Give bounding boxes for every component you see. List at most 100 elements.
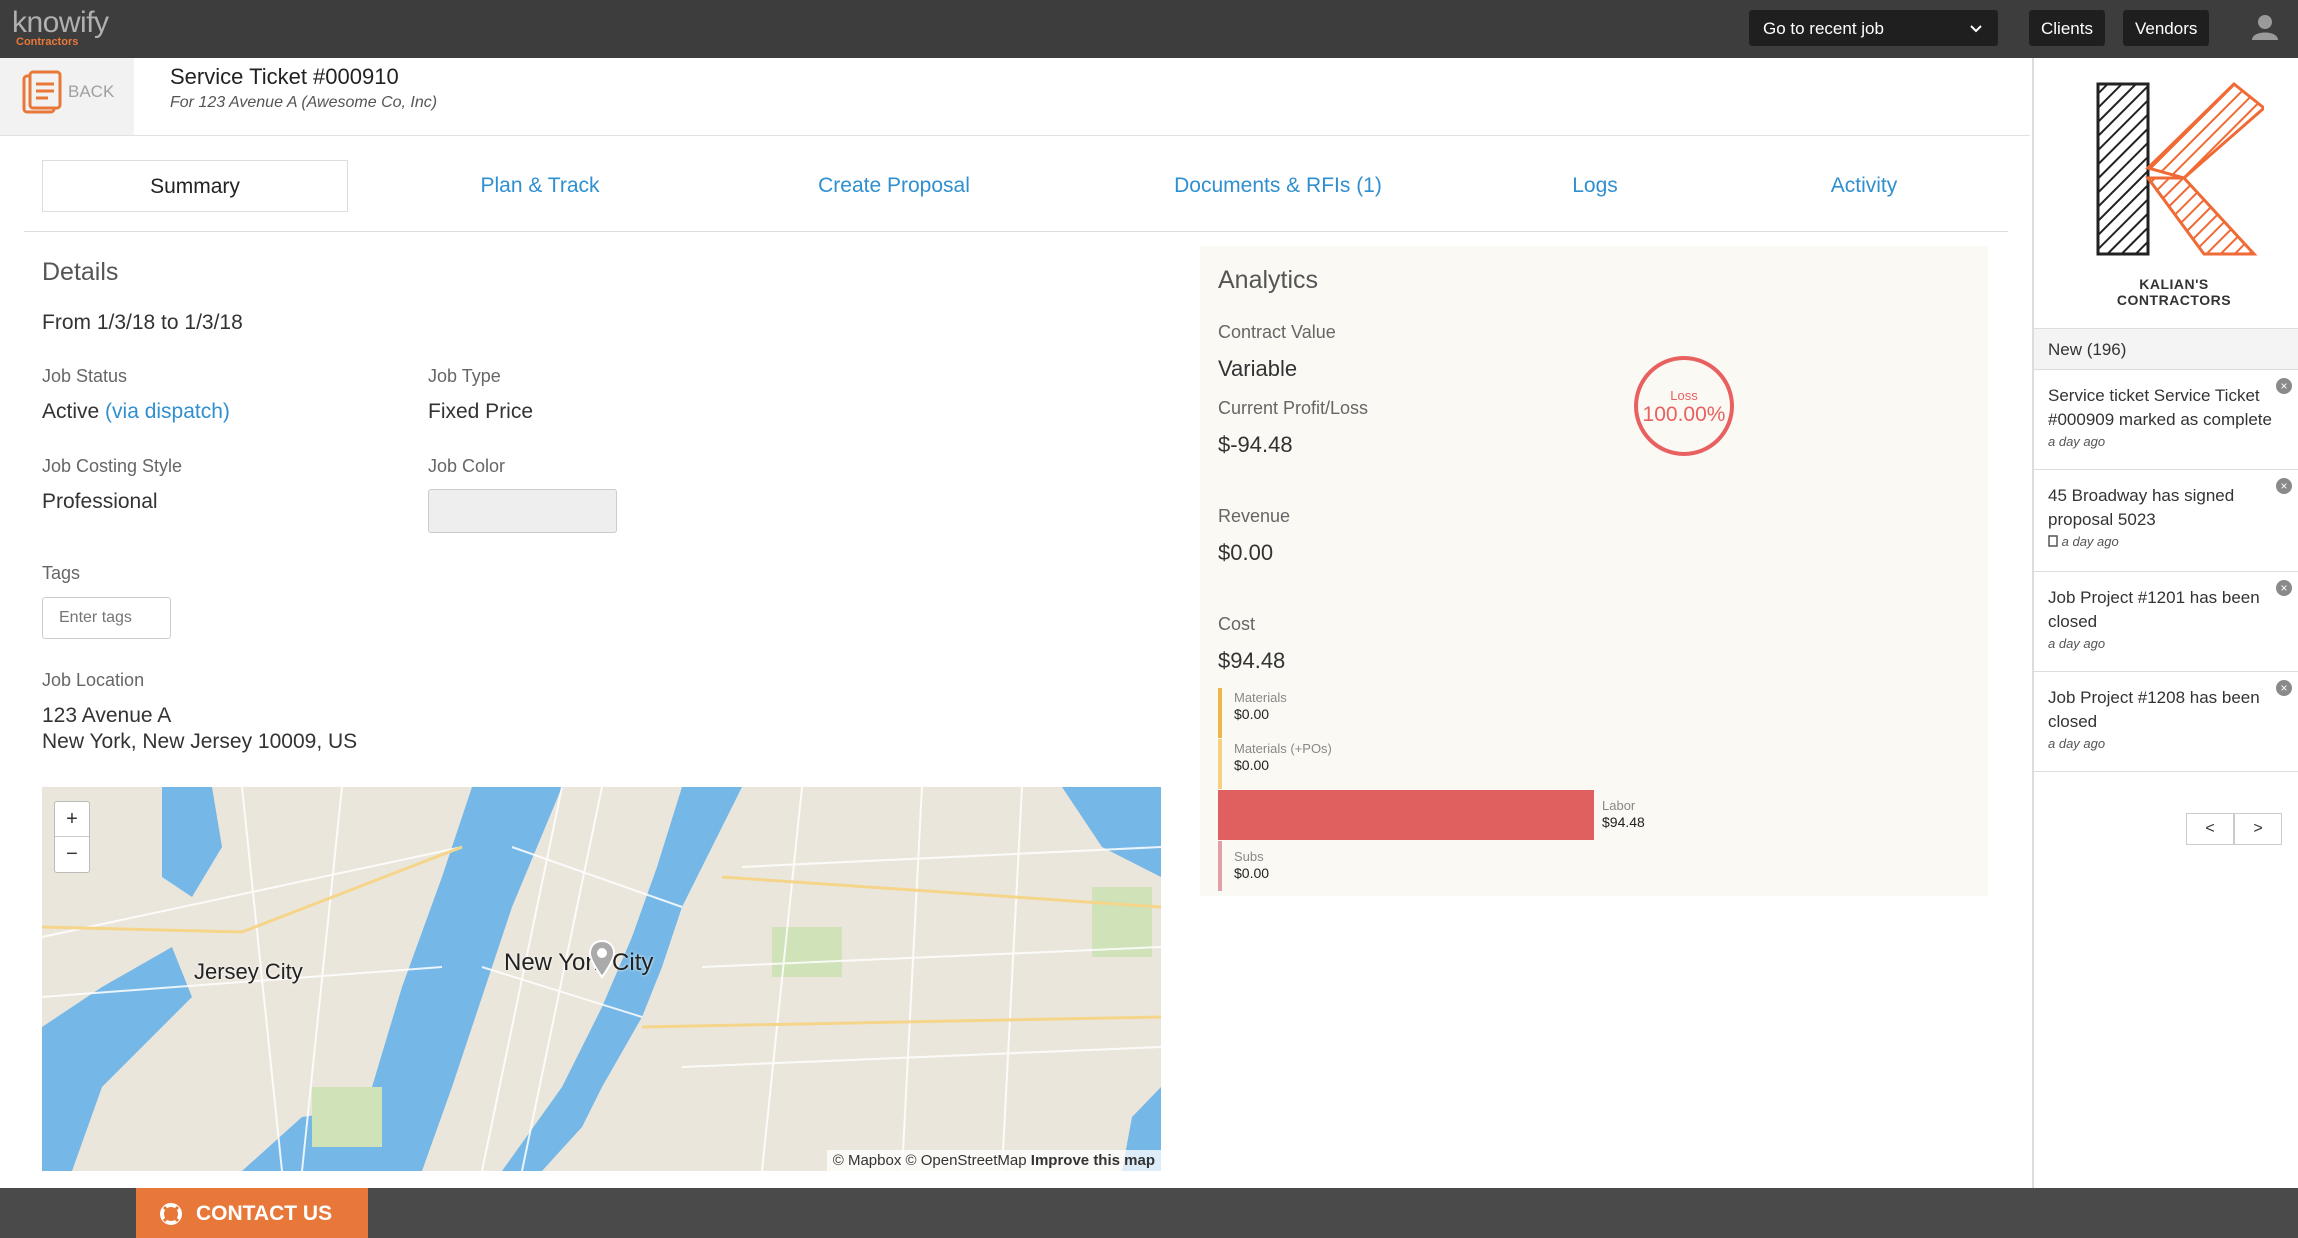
- map-label-new-york-city: New York City: [504, 949, 654, 976]
- contact-us-label: CONTACT US: [196, 1202, 333, 1225]
- company-logo: [2096, 81, 2264, 256]
- job-location-map[interactable]: + − Jersey City New York City © Mapbox ©…: [42, 787, 1161, 1171]
- tags-input[interactable]: [42, 597, 171, 639]
- profit-loss-label: Current Profit/Loss: [1218, 398, 1369, 418]
- job-color-label: Job Color: [428, 456, 506, 476]
- back-button[interactable]: BACK: [0, 58, 134, 136]
- materials-label: Materials: [1234, 690, 1287, 705]
- subs-value: $0.00: [1234, 865, 1270, 881]
- notification-time: a day ago: [2048, 434, 2106, 449]
- notification-time: a day ago: [2048, 636, 2106, 651]
- subs-label: Subs: [1234, 849, 1264, 864]
- user-icon[interactable]: [2250, 12, 2280, 42]
- vendors-button[interactable]: Vendors: [2123, 10, 2210, 46]
- notification-item[interactable]: 45 Broadway has signed proposal 5023 a d…: [2034, 470, 2298, 572]
- date-range: From 1/3/18 to 1/3/18: [42, 311, 243, 334]
- revenue-value: $0.00: [1218, 540, 1274, 565]
- close-icon[interactable]: ×: [2276, 378, 2292, 394]
- revenue-label: Revenue: [1218, 506, 1291, 526]
- chevron-down-icon: [1970, 25, 1982, 33]
- materials-value: $0.00: [1234, 706, 1270, 722]
- costing-style-value: Professional: [42, 490, 158, 513]
- close-icon[interactable]: ×: [2276, 680, 2292, 696]
- labor-label: Labor: [1602, 798, 1636, 813]
- notification-text: 45 Broadway has signed proposal 5023: [2048, 486, 2235, 529]
- labor-value: $94.48: [1602, 814, 1645, 830]
- top-bar: knowify Contractors Go to recent job Cli…: [0, 0, 2298, 58]
- job-status-value: Active (via dispatch): [42, 400, 230, 424]
- job-status-text: Active: [42, 400, 100, 423]
- via-dispatch-link[interactable]: (via dispatch): [105, 400, 230, 423]
- attribution-text: © Mapbox © OpenStreetMap: [832, 1152, 1027, 1169]
- back-label: BACK: [68, 82, 115, 101]
- loss-label: Loss: [1670, 388, 1698, 403]
- notifications-sidebar: KALIAN'S CONTRACTORS New (196) Service t…: [2032, 58, 2298, 1188]
- materials-bar: [1218, 688, 1222, 738]
- map-label-jersey-city: Jersey City: [194, 959, 303, 984]
- cost-label: Cost: [1218, 614, 1256, 634]
- page-title: Service Ticket #000910: [170, 64, 399, 89]
- labor-bar: [1218, 790, 1594, 840]
- map-pin-icon[interactable]: [588, 939, 616, 979]
- page-subtitle: For 123 Avenue A (Awesome Co, Inc): [170, 94, 438, 111]
- logo-wordmark: knowify: [12, 6, 109, 39]
- new-notifications-header[interactable]: New (196): [2034, 328, 2298, 370]
- map-attribution: © Mapbox © OpenStreetMap Improve this ma…: [826, 1150, 1161, 1171]
- address-line-2: New York, New Jersey 10009, US: [42, 730, 358, 753]
- notification-item[interactable]: Job Project #1208 has been closed a day …: [2034, 672, 2298, 772]
- company-logo-text: KALIAN'S CONTRACTORS: [2116, 276, 2232, 308]
- tags-label: Tags: [42, 563, 81, 583]
- tab-bar: Summary Plan & Track Create Proposal Doc…: [24, 160, 2008, 232]
- notification-item[interactable]: Job Project #1201 has been closed a day …: [2034, 572, 2298, 672]
- ticket-icon: [22, 70, 62, 114]
- footer-bar: CONTACT US: [0, 1188, 2298, 1238]
- subs-bar: [1218, 841, 1222, 891]
- recent-job-label: Go to recent job: [1763, 19, 1884, 38]
- zoom-in-button[interactable]: +: [55, 802, 89, 837]
- tab-activity[interactable]: Activity: [1784, 160, 1944, 212]
- tab-summary[interactable]: Summary: [42, 160, 348, 212]
- close-icon[interactable]: ×: [2276, 580, 2292, 596]
- loss-percentage: 100.00%: [1642, 403, 1726, 426]
- notification-item[interactable]: Service ticket Service Ticket #000909 ma…: [2034, 370, 2298, 470]
- contract-value: Variable: [1218, 356, 1298, 381]
- job-location-label: Job Location: [42, 670, 145, 690]
- notification-text: Service ticket Service Ticket #000909 ma…: [2048, 386, 2272, 429]
- notification-text: Job Project #1201 has been closed: [2048, 588, 2260, 631]
- tab-plan-track[interactable]: Plan & Track: [420, 160, 660, 212]
- materials-pos-value: $0.00: [1234, 757, 1270, 773]
- notification-time: a day ago: [2061, 534, 2119, 549]
- materials-pos-bar: [1218, 739, 1222, 789]
- next-page-button[interactable]: >: [2234, 813, 2282, 845]
- job-color-swatch[interactable]: [428, 489, 617, 533]
- job-type-label: Job Type: [428, 366, 501, 386]
- costing-style-label: Job Costing Style: [42, 456, 183, 476]
- loss-percentage-ring: Loss 100.00%: [1634, 356, 1734, 456]
- materials-pos-label: Materials (+POs): [1234, 741, 1332, 756]
- job-status-label: Job Status: [42, 366, 128, 386]
- knowify-logo[interactable]: knowify Contractors: [12, 6, 109, 48]
- analytics-panel: Analytics Contract Value Variable Curren…: [1200, 246, 1988, 896]
- analytics-heading: Analytics: [1218, 266, 1319, 294]
- recent-job-dropdown[interactable]: Go to recent job: [1749, 10, 1998, 46]
- lifebuoy-icon: [160, 1203, 182, 1225]
- clients-button[interactable]: Clients: [2029, 10, 2105, 46]
- notification-time-row: a day ago: [2048, 532, 2286, 552]
- address-line-1: 123 Avenue A: [42, 704, 172, 727]
- header-divider: [0, 135, 2030, 136]
- improve-map-link[interactable]: Improve this map: [1031, 1152, 1155, 1169]
- document-icon: [2048, 535, 2058, 547]
- contact-us-button[interactable]: CONTACT US: [136, 1188, 368, 1238]
- details-heading: Details: [42, 258, 119, 286]
- tab-create-proposal[interactable]: Create Proposal: [764, 160, 1024, 212]
- tab-documents-rfis[interactable]: Documents & RFIs (1): [1128, 160, 1428, 212]
- notification-text: Job Project #1208 has been closed: [2048, 688, 2260, 731]
- job-type-value: Fixed Price: [428, 400, 534, 423]
- zoom-out-button[interactable]: −: [55, 837, 89, 872]
- cost-value: $94.48: [1218, 648, 1286, 673]
- previous-page-button[interactable]: <: [2186, 813, 2234, 845]
- notification-time: a day ago: [2048, 736, 2106, 751]
- close-icon[interactable]: ×: [2276, 478, 2292, 494]
- profit-loss-value: $-94.48: [1218, 432, 1293, 457]
- tab-logs[interactable]: Logs: [1530, 160, 1660, 212]
